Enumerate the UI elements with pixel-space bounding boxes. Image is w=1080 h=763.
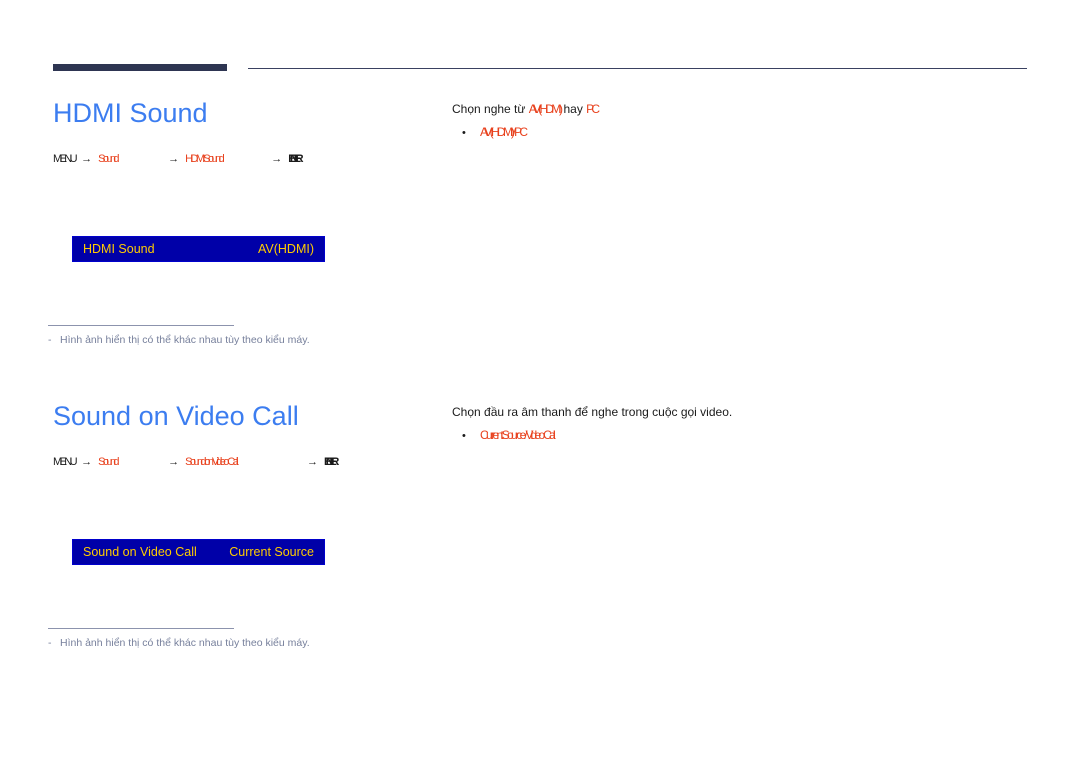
option-values-sound-on-video-call: Current Source / Video Call bbox=[480, 428, 556, 443]
sound-video-call-right-column: Chọn đầu ra âm thanh để nghe trong cuộc … bbox=[452, 404, 1012, 444]
description-sound-on-video-call: Chọn đầu ra âm thanh để nghe trong cuộc … bbox=[452, 404, 1012, 420]
breadcrumb-arrow-icon-4: → bbox=[81, 456, 93, 468]
sound-video-call-left-column: Sound on Video Call bbox=[53, 403, 433, 430]
footnote-divider-2 bbox=[48, 628, 234, 629]
option-values-hdmi-sound: AV(HDMI) / PC bbox=[480, 125, 528, 140]
option-list-item-sound-on-video-call: • Current Source / Video Call bbox=[452, 428, 1012, 444]
breadcrumb-step-sound: Sound bbox=[98, 153, 119, 165]
page-header-rules bbox=[0, 0, 1080, 80]
osd-item-value-current-source: Current Source bbox=[229, 545, 314, 559]
footnote-text-row-2: - Hình ảnh hiển thị có thể khác nhau tùy … bbox=[48, 637, 468, 650]
option-list-item-hdmi-sound: • AV(HDMI) / PC bbox=[452, 125, 1012, 141]
hdmi-sound-breadcrumb-wrapper: MENU → Sound → HDMI Sound → ENTER bbox=[53, 154, 433, 165]
breadcrumb-arrow-icon-5: → bbox=[168, 456, 180, 468]
footnote-dash-1: - bbox=[48, 334, 52, 346]
footnote-dash-2: - bbox=[48, 637, 52, 649]
page-title-sound-on-video-call: Sound on Video Call bbox=[53, 401, 299, 431]
breadcrumb-step-sound-on-video-call: Sound on Video Call bbox=[185, 456, 238, 468]
header-thin-rule bbox=[248, 68, 1027, 69]
footnote-message-1: Hình ảnh hiển thị có thể khác nhau tùy t… bbox=[60, 334, 310, 346]
breadcrumb-arrow-icon-1: → bbox=[81, 153, 93, 165]
osd-menu-row-sound-on-video-call[interactable]: Sound on Video Call Current Source bbox=[72, 539, 325, 565]
breadcrumb-arrow-icon-6: → bbox=[306, 456, 318, 468]
breadcrumb-menu-label-2: MENU bbox=[53, 456, 78, 468]
osd-item-label-sound-on-video-call: Sound on Video Call bbox=[83, 545, 197, 559]
breadcrumb-menu-label: MENU bbox=[53, 153, 78, 165]
footnote-text-row-1: - Hình ảnh hiển thị có thể khác nhau tùy … bbox=[48, 334, 468, 347]
breadcrumb-enter-key-icon: ENTER bbox=[288, 153, 303, 165]
description-lead-1: Chọn nghe từ bbox=[452, 102, 529, 116]
footnote-message-2: Hình ảnh hiển thị có thể khác nhau tùy t… bbox=[60, 637, 310, 649]
sound-video-call-breadcrumb-wrapper: MENU → Sound → Sound on Video Call → ENT… bbox=[53, 457, 433, 468]
osd-menu-row-hdmi-sound[interactable]: HDMI Sound AV(HDMI) bbox=[72, 236, 325, 262]
description-hdmi-sound: Chọn nghe từ AV(HDMI) hay PC bbox=[452, 101, 1012, 117]
osd-item-value-hdmi-sound: AV(HDMI) bbox=[257, 242, 314, 256]
breadcrumb-step-hdmi-sound: HDMI Sound bbox=[185, 153, 225, 165]
header-thick-rule bbox=[53, 64, 227, 71]
breadcrumb-step-sound-2: Sound bbox=[98, 456, 119, 468]
breadcrumb-sound-on-video-call: MENU → Sound → Sound on Video Call → ENT… bbox=[53, 457, 433, 468]
bullet-dot-icon-2: • bbox=[462, 429, 466, 442]
hdmi-sound-left-column: HDMI Sound bbox=[53, 100, 433, 127]
description-mid-1: hay bbox=[560, 102, 587, 116]
breadcrumb-hdmi-sound: MENU → Sound → HDMI Sound → ENTER bbox=[53, 154, 433, 165]
footnote-divider-1 bbox=[48, 325, 234, 326]
breadcrumb-arrow-icon-2: → bbox=[168, 153, 180, 165]
breadcrumb-enter-key-icon-2: ENTER bbox=[324, 456, 339, 468]
footnote-hdmi-sound: - Hình ảnh hiển thị có thể khác nhau tùy … bbox=[48, 325, 468, 347]
description-lead-2: Chọn đầu ra âm thanh để nghe trong cuộc … bbox=[452, 405, 733, 419]
breadcrumb-arrow-icon-3: → bbox=[271, 153, 283, 165]
bullet-dot-icon-1: • bbox=[462, 126, 466, 139]
description-highlight-av-hdmi: AV(HDMI) bbox=[528, 102, 563, 116]
hdmi-sound-right-column: Chọn nghe từ AV(HDMI) hay PC • AV(HDMI) /… bbox=[452, 101, 1012, 141]
page-title-hdmi-sound: HDMI Sound bbox=[53, 98, 208, 128]
osd-item-label-hdmi-sound: HDMI Sound bbox=[83, 242, 155, 256]
description-highlight-pc: PC bbox=[586, 102, 600, 116]
footnote-sound-on-video-call: - Hình ảnh hiển thị có thể khác nhau tùy … bbox=[48, 628, 468, 650]
